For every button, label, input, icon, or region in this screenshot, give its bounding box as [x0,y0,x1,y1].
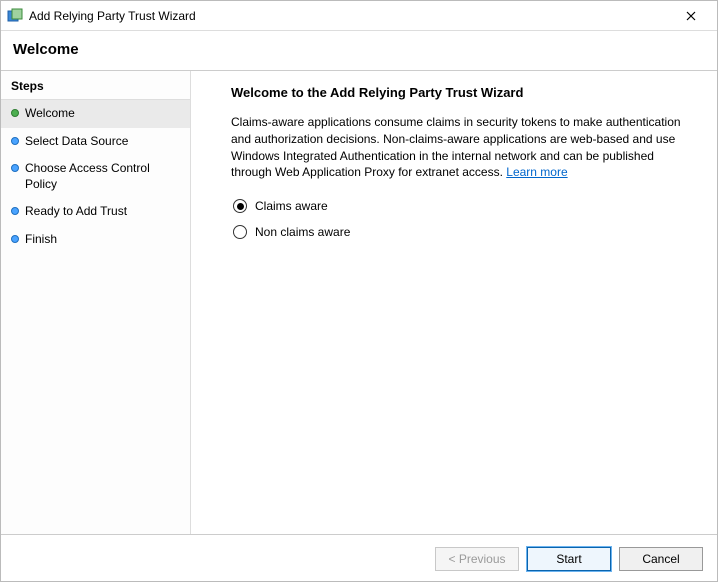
step-welcome[interactable]: Welcome [1,100,190,128]
radio-label: Non claims aware [255,225,350,239]
app-icon [7,8,23,24]
radio-non-claims-aware[interactable]: Non claims aware [233,225,693,239]
bullet-icon [11,235,19,243]
bullet-icon [11,207,19,215]
body: Steps Welcome Select Data Source Choose … [1,70,717,534]
content-text: Claims-aware applications consume claims… [231,115,681,179]
bullet-icon [11,164,19,172]
footer: < Previous Start Cancel [1,534,717,582]
previous-button: < Previous [435,547,519,571]
radio-icon[interactable] [233,199,247,213]
radio-label: Claims aware [255,199,328,213]
steps-heading: Steps [1,75,190,100]
step-ready-to-add-trust[interactable]: Ready to Add Trust [1,198,190,226]
start-button[interactable]: Start [527,547,611,571]
bullet-icon [11,137,19,145]
step-label: Choose Access Control Policy [25,161,180,192]
content-paragraph: Claims-aware applications consume claims… [231,114,693,181]
close-button[interactable] [671,2,711,30]
content-heading: Welcome to the Add Relying Party Trust W… [231,85,693,100]
radio-claims-aware[interactable]: Claims aware [233,199,693,213]
step-label: Finish [25,232,57,248]
radio-icon[interactable] [233,225,247,239]
step-choose-access-control-policy[interactable]: Choose Access Control Policy [1,155,190,198]
page-title: Welcome [13,41,705,58]
learn-more-link[interactable]: Learn more [506,165,567,179]
content-panel: Welcome to the Add Relying Party Trust W… [191,71,717,534]
window-title: Add Relying Party Trust Wizard [29,9,671,23]
step-finish[interactable]: Finish [1,226,190,254]
titlebar: Add Relying Party Trust Wizard [1,1,717,31]
step-label: Select Data Source [25,134,128,150]
step-select-data-source[interactable]: Select Data Source [1,128,190,156]
cancel-button[interactable]: Cancel [619,547,703,571]
step-label: Ready to Add Trust [25,204,127,220]
step-label: Welcome [25,106,75,122]
bullet-icon [11,109,19,117]
header: Welcome [1,31,717,70]
steps-sidebar: Steps Welcome Select Data Source Choose … [1,71,191,534]
